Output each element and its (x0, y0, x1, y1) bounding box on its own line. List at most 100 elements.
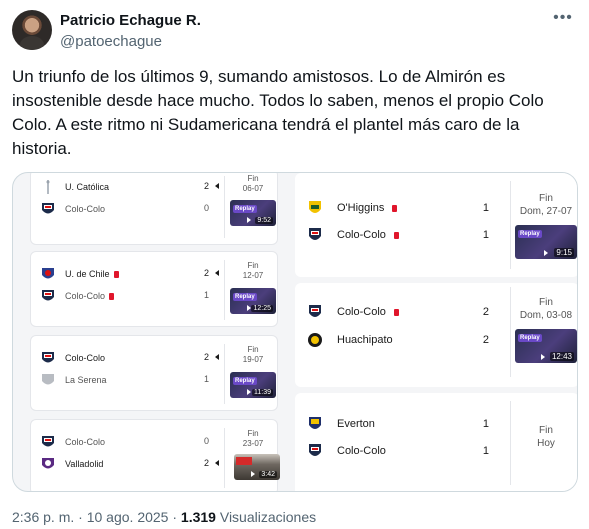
video-thumbnail[interactable]: Replay 12:25 (230, 288, 276, 314)
author-name[interactable]: Patricio Echague R. (60, 12, 201, 29)
away-team-name: Huachipato (337, 334, 393, 346)
winner-arrow-icon (215, 270, 219, 276)
video-thumbnail[interactable]: 3:42 (234, 454, 280, 480)
tweet-media[interactable]: U. Católica Colo-Colo 2 0 Fin 06-07 Repl… (12, 172, 578, 492)
home-score: 2 (482, 306, 489, 318)
match-status: Fin (247, 174, 259, 183)
away-team-name: Colo-Colo (65, 291, 106, 301)
play-icon (247, 305, 251, 311)
away-team-name: La Serena (65, 375, 107, 385)
play-icon (544, 250, 548, 256)
away-score: 1 (482, 445, 489, 457)
match-card[interactable]: Everton Colo-Colo 1 1 Fin Hoy (295, 393, 577, 491)
replay-badge: Replay (233, 205, 257, 213)
match-status: Fin (539, 425, 553, 436)
red-card-icon (393, 308, 399, 316)
video-duration: 3:42 (259, 471, 277, 478)
replay-badge: Replay (233, 377, 257, 385)
video-duration: 12:25 (251, 305, 273, 312)
match-status: Fin (539, 193, 553, 204)
home-score: 1 (482, 202, 489, 214)
views-label: Visualizaciones (219, 509, 317, 525)
away-team-name: Colo-Colo (337, 445, 386, 457)
match-status: Fin (247, 261, 259, 270)
home-team-name: Colo-Colo (337, 306, 386, 318)
match-date: 23-07 (242, 439, 264, 448)
team-crest-icon (42, 458, 54, 469)
video-thumbnail[interactable]: Replay 12:43 (515, 329, 577, 363)
away-team-name: Valladolid (65, 459, 104, 469)
away-team-name: Colo-Colo (337, 229, 386, 241)
team-crest-icon (309, 417, 321, 429)
colo-colo-crest-icon (42, 290, 54, 301)
tweet-footer: 2:36 p. m. · 10 ago. 2025 · 1.319 Visual… (12, 509, 316, 525)
home-score: 1 (482, 418, 489, 430)
replay-badge: Replay (233, 293, 257, 301)
match-date: Hoy (537, 438, 555, 449)
video-thumbnail[interactable]: Replay 9:52 (230, 200, 276, 226)
tweet-date[interactable]: 10 ago. 2025 (87, 509, 169, 525)
red-card-icon (109, 292, 115, 300)
home-team-name: U. Católica (65, 182, 110, 192)
colo-colo-crest-icon (309, 444, 321, 456)
red-card-icon (393, 231, 399, 239)
red-card-icon (392, 204, 398, 212)
away-score: 0 (203, 203, 209, 213)
match-card[interactable]: Colo-Colo La Serena 2 1 Fin 19-07 Replay… (30, 335, 278, 411)
colo-colo-crest-icon (42, 352, 54, 363)
home-score: 2 (203, 181, 209, 191)
away-score: 2 (203, 458, 209, 468)
team-crest-icon (46, 180, 50, 194)
away-score: 1 (203, 290, 209, 300)
match-status: Fin (247, 345, 259, 354)
match-status: Fin (247, 429, 259, 438)
winner-arrow-icon (215, 354, 219, 360)
views-count: 1.319 (180, 509, 216, 525)
home-score: 0 (203, 436, 209, 446)
match-status: Fin (539, 297, 553, 308)
match-card[interactable]: Colo-Colo Huachipato 2 2 Fin Dom, 03-08 … (295, 283, 577, 387)
video-duration: 9:52 (255, 217, 273, 224)
more-icon[interactable]: ••• (553, 8, 573, 28)
colo-colo-crest-icon (309, 305, 321, 317)
home-team-name: Colo-Colo (65, 437, 106, 447)
home-team-name: Everton (337, 418, 375, 430)
video-duration: 11:39 (252, 389, 273, 396)
play-icon (247, 217, 251, 223)
colo-colo-crest-icon (309, 228, 321, 240)
video-thumbnail[interactable]: Replay 11:39 (230, 372, 276, 398)
home-team-name: Colo-Colo (65, 353, 106, 363)
video-duration: 12:43 (549, 352, 574, 361)
home-score: 2 (203, 352, 209, 362)
tweet-text: Un triunfo de los últimos 9, sumando ami… (12, 67, 544, 158)
separator: · (78, 509, 83, 525)
winner-arrow-icon (215, 460, 219, 466)
match-date: Dom, 03-08 (519, 310, 573, 321)
author-avatar[interactable] (12, 10, 52, 50)
winner-arrow-icon (215, 183, 219, 189)
video-thumbnail[interactable]: Replay 9:15 (515, 225, 577, 259)
away-score: 1 (203, 374, 209, 384)
match-card[interactable]: U. de Chile Colo-Colo 2 1 Fin 12-07 Repl… (30, 251, 278, 327)
colo-colo-crest-icon (42, 203, 54, 214)
tweet-time[interactable]: 2:36 p. m. (12, 509, 74, 525)
match-card[interactable]: U. Católica Colo-Colo 2 0 Fin 06-07 Repl… (30, 173, 278, 245)
video-duration: 9:15 (554, 248, 574, 257)
team-crest-icon (309, 201, 321, 213)
team-crest-icon (308, 333, 322, 347)
play-icon (251, 471, 255, 477)
play-icon (541, 354, 545, 360)
play-icon (247, 389, 251, 395)
match-date: 12-07 (242, 271, 264, 280)
author-handle[interactable]: @patoechague (60, 33, 162, 50)
home-score: 2 (203, 268, 209, 278)
match-card[interactable]: O'Higgins Colo-Colo 1 1 Fin Dom, 27-07 R… (295, 173, 577, 277)
away-score: 1 (482, 229, 489, 241)
away-team-name: Colo-Colo (65, 204, 106, 214)
colo-colo-crest-icon (42, 436, 54, 447)
match-card[interactable]: Colo-Colo Valladolid 0 2 Fin 23-07 3:42 (30, 419, 280, 491)
separator: · (172, 509, 178, 525)
team-crest-icon (42, 268, 54, 279)
replay-badge: Replay (518, 334, 542, 342)
match-date: Dom, 27-07 (519, 206, 573, 217)
